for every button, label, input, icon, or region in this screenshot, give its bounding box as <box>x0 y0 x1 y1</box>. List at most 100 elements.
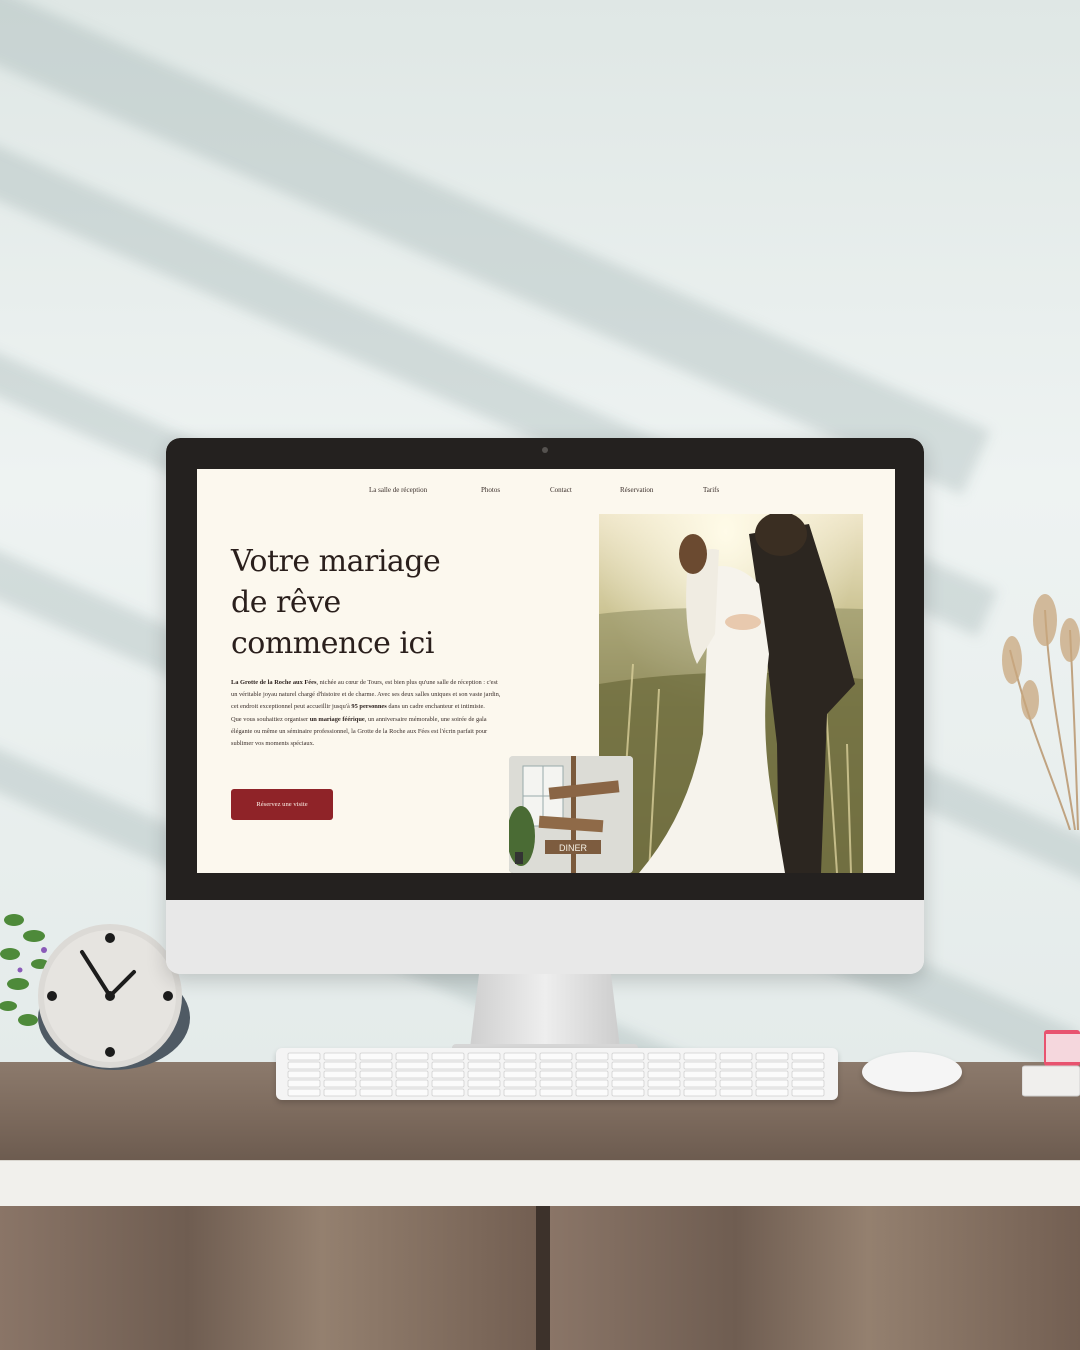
website-screen: La salle de réception Photos Contact Rés… <box>197 469 895 873</box>
keyboard-key <box>503 1052 537 1061</box>
keyboard-key <box>467 1052 501 1061</box>
webcam-icon <box>542 447 548 453</box>
keyboard-key <box>287 1088 321 1097</box>
keyboard-key <box>323 1088 357 1097</box>
nav-item-salle[interactable]: La salle de réception <box>369 486 427 494</box>
keyboard-key <box>683 1088 717 1097</box>
keyboard-key <box>359 1061 393 1070</box>
keyboard-key <box>539 1088 573 1097</box>
keyboard-key <box>431 1061 465 1070</box>
hero-text-part: dans un cadre enchanteur et intimiste. <box>386 703 485 711</box>
keyboard-key <box>539 1070 573 1079</box>
keyboard-key <box>503 1088 537 1097</box>
monitor-stand <box>470 974 620 1048</box>
keyboard-key <box>611 1088 645 1097</box>
keyboard-key <box>503 1070 537 1079</box>
keyboard-key <box>395 1061 429 1070</box>
keyboard-key <box>359 1052 393 1061</box>
wedding-photo-illustration <box>599 514 863 873</box>
keyboard-key <box>755 1088 789 1097</box>
keyboard-key <box>395 1052 429 1061</box>
nav-item-photos[interactable]: Photos <box>481 486 500 494</box>
wedding-highlight: un mariage féérique <box>309 715 365 723</box>
keyboard-key <box>395 1070 429 1079</box>
keyboard-key <box>611 1061 645 1070</box>
keyboard-key <box>647 1088 681 1097</box>
keyboard-key <box>611 1052 645 1061</box>
keyboard-key <box>647 1061 681 1070</box>
keyboard-key <box>359 1079 393 1088</box>
keyboard-key <box>791 1079 825 1088</box>
desk-edge <box>0 1160 1080 1207</box>
hero-title-line: commence ici <box>231 626 434 661</box>
keyboard-key <box>287 1079 321 1088</box>
keyboard-key <box>683 1061 717 1070</box>
keyboard-key <box>467 1061 501 1070</box>
books-stack <box>1022 1030 1080 1097</box>
keyboard-key <box>791 1061 825 1070</box>
capacity-highlight: 95 personnes <box>351 703 387 711</box>
wooden-sign-photo: DINER <box>509 756 633 873</box>
keyboard-key <box>719 1052 753 1061</box>
keyboard-key <box>323 1061 357 1070</box>
keyboard-key <box>683 1070 717 1079</box>
keyboard-key <box>647 1079 681 1088</box>
nav-item-tarifs[interactable]: Tarifs <box>703 486 719 494</box>
keyboard-key <box>683 1052 717 1061</box>
mouse <box>862 1052 962 1092</box>
keyboard-key <box>647 1070 681 1079</box>
keyboard-key <box>395 1079 429 1088</box>
keyboard-key <box>755 1079 789 1088</box>
keyboard-key <box>791 1070 825 1079</box>
keyboard-key <box>755 1061 789 1070</box>
keyboard-key <box>575 1052 609 1061</box>
hero-text-part: Que vous souhaitiez organiser <box>231 715 310 723</box>
drawer-gap <box>536 1206 550 1350</box>
keyboard-key <box>719 1070 753 1079</box>
keyboard-key <box>467 1088 501 1097</box>
keyboard-key <box>755 1052 789 1061</box>
wedding-couple-photo <box>599 514 863 873</box>
keyboard-key <box>719 1079 753 1088</box>
keyboard-key <box>359 1070 393 1079</box>
main-nav: La salle de réception Photos Contact Rés… <box>197 486 895 500</box>
keyboard-key <box>647 1052 681 1061</box>
desk-drawer-left <box>0 1206 536 1350</box>
hero-title-line: de rêve <box>231 585 341 620</box>
keyboard-key <box>575 1061 609 1070</box>
keyboard-key <box>755 1070 789 1079</box>
venue-name: La Grotte de la Roche aux Fées <box>231 679 317 686</box>
keyboard-key <box>611 1079 645 1088</box>
hero-description: La Grotte de la Roche aux Fées, nichée a… <box>231 677 503 750</box>
keyboard-key <box>431 1079 465 1088</box>
keyboard-key <box>287 1070 321 1079</box>
keyboard-key <box>287 1052 321 1061</box>
keyboard-key <box>575 1079 609 1088</box>
keyboard-key <box>611 1070 645 1079</box>
keyboard-key <box>323 1070 357 1079</box>
keyboard-key <box>539 1061 573 1070</box>
keyboard-key <box>467 1070 501 1079</box>
keyboard-key <box>791 1052 825 1061</box>
keyboard-key <box>395 1088 429 1097</box>
desk-drawer-right <box>550 1206 1080 1350</box>
keyboard-key <box>719 1088 753 1097</box>
sign-text: DINER <box>559 843 588 853</box>
keyboard-key <box>431 1088 465 1097</box>
monitor-chin <box>166 900 924 974</box>
keyboard-key <box>683 1079 717 1088</box>
hero-title: Votre mariage de rêve commence ici <box>231 541 471 664</box>
keyboard-key <box>359 1088 393 1097</box>
nav-item-reservation[interactable]: Réservation <box>620 486 653 494</box>
keyboard-key <box>431 1070 465 1079</box>
nav-item-contact[interactable]: Contact <box>550 486 572 494</box>
keyboard-key <box>575 1088 609 1097</box>
hero-title-line: Votre mariage <box>231 544 441 579</box>
keyboard-key <box>719 1061 753 1070</box>
sign-photo-illustration: DINER <box>509 756 633 873</box>
keyboard <box>276 1048 838 1100</box>
keyboard-key <box>467 1079 501 1088</box>
dried-pampas-decoration <box>1002 594 1080 830</box>
book-visit-button[interactable]: Réservez une visite <box>231 789 333 820</box>
keyboard-key <box>503 1079 537 1088</box>
